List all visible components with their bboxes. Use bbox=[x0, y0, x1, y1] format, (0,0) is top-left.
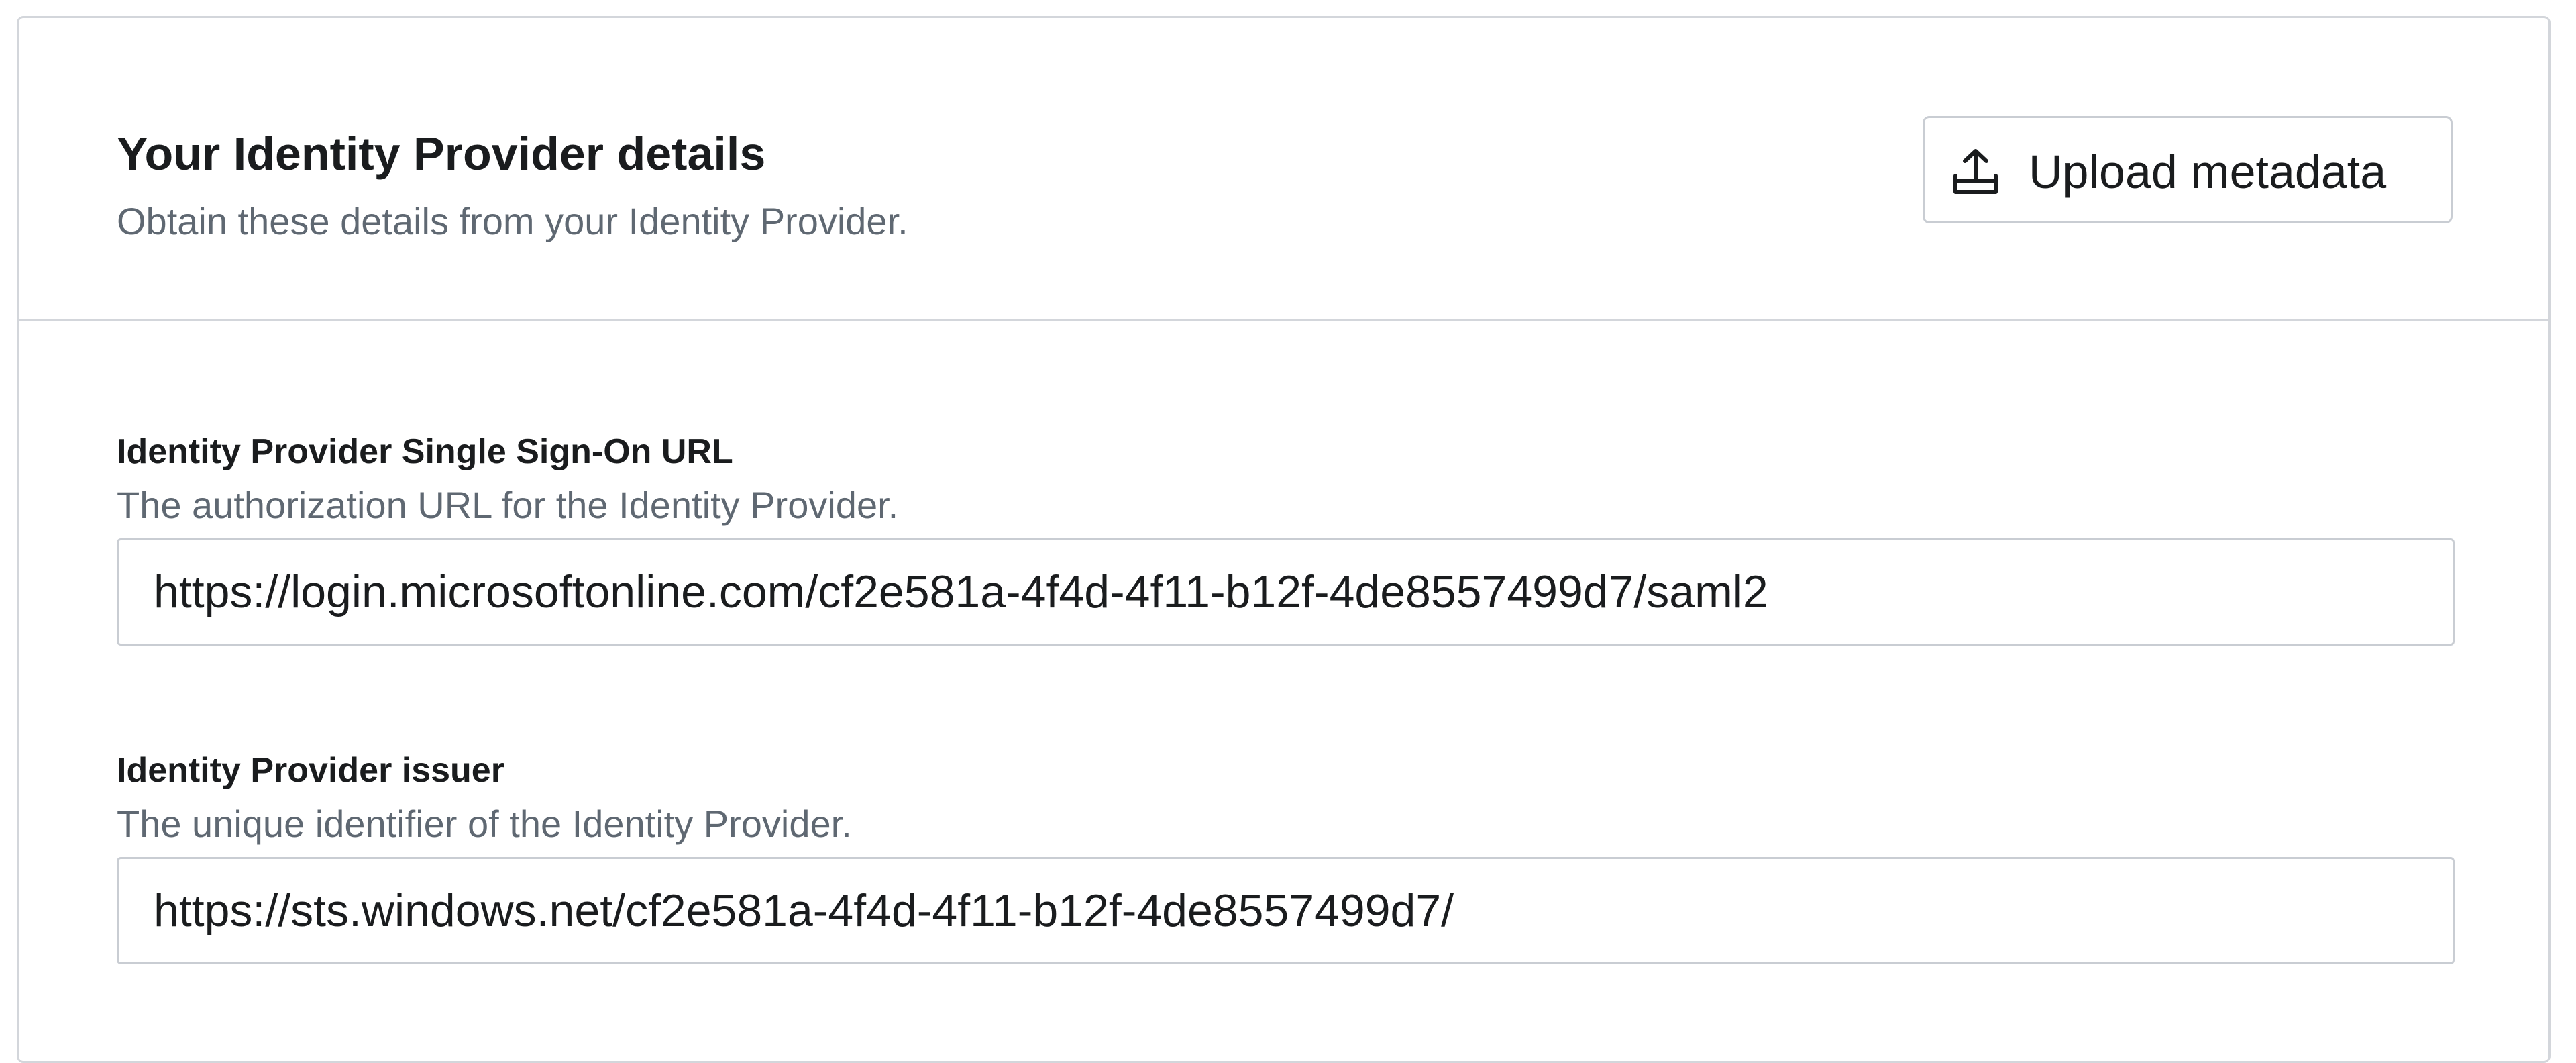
upload-icon bbox=[1950, 146, 2001, 197]
upload-metadata-label: Upload metadata bbox=[2029, 146, 2387, 198]
card-header: Your Identity Provider details Obtain th… bbox=[19, 18, 2548, 321]
upload-metadata-button[interactable]: Upload metadata bbox=[1923, 116, 2453, 223]
sso-url-input[interactable] bbox=[117, 538, 2455, 646]
identity-provider-card: Your Identity Provider details Obtain th… bbox=[17, 16, 2551, 1063]
issuer-label: Identity Provider issuer bbox=[117, 751, 504, 790]
issuer-help: The unique identifier of the Identity Pr… bbox=[117, 803, 852, 845]
sso-url-help: The authorization URL for the Identity P… bbox=[117, 484, 899, 526]
section-subtitle: Obtain these details from your Identity … bbox=[117, 200, 908, 242]
issuer-input[interactable] bbox=[117, 857, 2455, 964]
sso-url-label: Identity Provider Single Sign-On URL bbox=[117, 432, 733, 471]
section-title: Your Identity Provider details bbox=[117, 128, 766, 180]
